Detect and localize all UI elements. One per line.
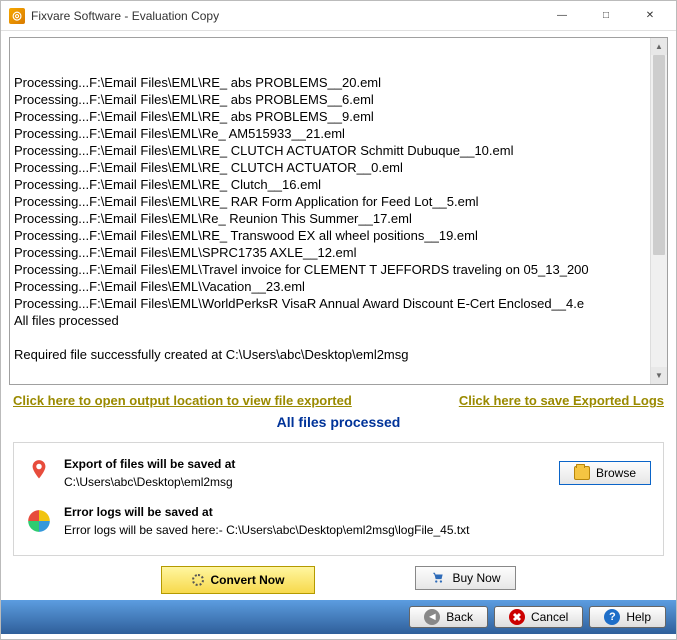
back-button[interactable]: ◄ Back (409, 606, 488, 628)
chart-icon (26, 508, 52, 534)
maximize-button[interactable]: □ (584, 2, 628, 30)
errorlog-text: Error logs will be saved at Error logs w… (64, 505, 651, 537)
links-row: Click here to open output location to vi… (13, 393, 664, 408)
app-icon: ◎ (9, 8, 25, 24)
buy-now-button[interactable]: Buy Now (415, 566, 515, 590)
window-title: Fixvare Software - Evaluation Copy (31, 9, 540, 23)
export-text: Export of files will be saved at C:\User… (64, 457, 547, 489)
log-output[interactable]: Processing...F:\Email Files\EML\RE_ abs … (9, 37, 668, 385)
help-button[interactable]: ? Help (589, 606, 666, 628)
gear-icon (192, 574, 204, 586)
cancel-label: Cancel (531, 610, 568, 624)
back-label: Back (446, 610, 473, 624)
settings-panel: Export of files will be saved at C:\User… (13, 442, 664, 556)
export-path: C:\Users\abc\Desktop\eml2msg (64, 475, 547, 489)
open-output-link[interactable]: Click here to open output location to vi… (13, 393, 352, 408)
export-location-row: Export of files will be saved at C:\User… (26, 453, 651, 499)
errorlog-label: Error logs will be saved at (64, 505, 651, 519)
content-area: Processing...F:\Email Files\EML\RE_ abs … (1, 31, 676, 594)
close-button[interactable]: ✕ (628, 2, 672, 30)
scroll-down-button[interactable]: ▼ (651, 367, 667, 384)
scroll-track[interactable] (651, 55, 667, 367)
folder-icon (574, 466, 590, 480)
titlebar: ◎ Fixvare Software - Evaluation Copy — □… (1, 1, 676, 31)
action-row: Convert Now Buy Now (9, 566, 668, 594)
convert-now-label: Convert Now (210, 573, 284, 587)
pin-icon (26, 458, 52, 488)
help-label: Help (626, 610, 651, 624)
error-log-row: Error logs will be saved at Error logs w… (26, 499, 651, 547)
vertical-scrollbar[interactable]: ▲ ▼ (650, 38, 667, 384)
convert-now-button[interactable]: Convert Now (161, 566, 315, 594)
footer-bar: ◄ Back ✖ Cancel ? Help (1, 600, 676, 634)
help-icon: ? (604, 609, 620, 625)
log-text: Processing...F:\Email Files\EML\RE_ abs … (14, 74, 663, 363)
scroll-thumb[interactable] (653, 55, 665, 255)
scroll-up-button[interactable]: ▲ (651, 38, 667, 55)
buy-now-label: Buy Now (452, 571, 500, 585)
status-text: All files processed (9, 414, 668, 430)
cancel-icon: ✖ (509, 609, 525, 625)
browse-label: Browse (596, 466, 636, 480)
cart-icon (430, 571, 446, 585)
export-label: Export of files will be saved at (64, 457, 547, 471)
errorlog-path: Error logs will be saved here:- C:\Users… (64, 523, 651, 537)
minimize-button[interactable]: — (540, 2, 584, 30)
browse-button[interactable]: Browse (559, 461, 651, 485)
save-logs-link[interactable]: Click here to save Exported Logs (459, 393, 664, 408)
cancel-button[interactable]: ✖ Cancel (494, 606, 583, 628)
back-icon: ◄ (424, 609, 440, 625)
